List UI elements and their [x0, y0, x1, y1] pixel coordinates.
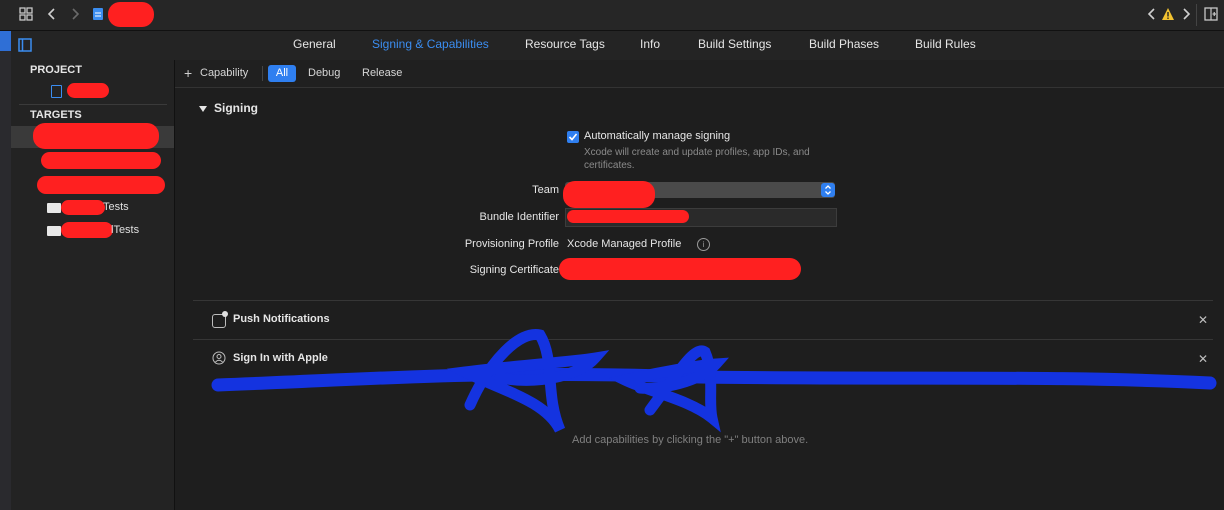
- scribble-overlay: [211, 329, 1217, 433]
